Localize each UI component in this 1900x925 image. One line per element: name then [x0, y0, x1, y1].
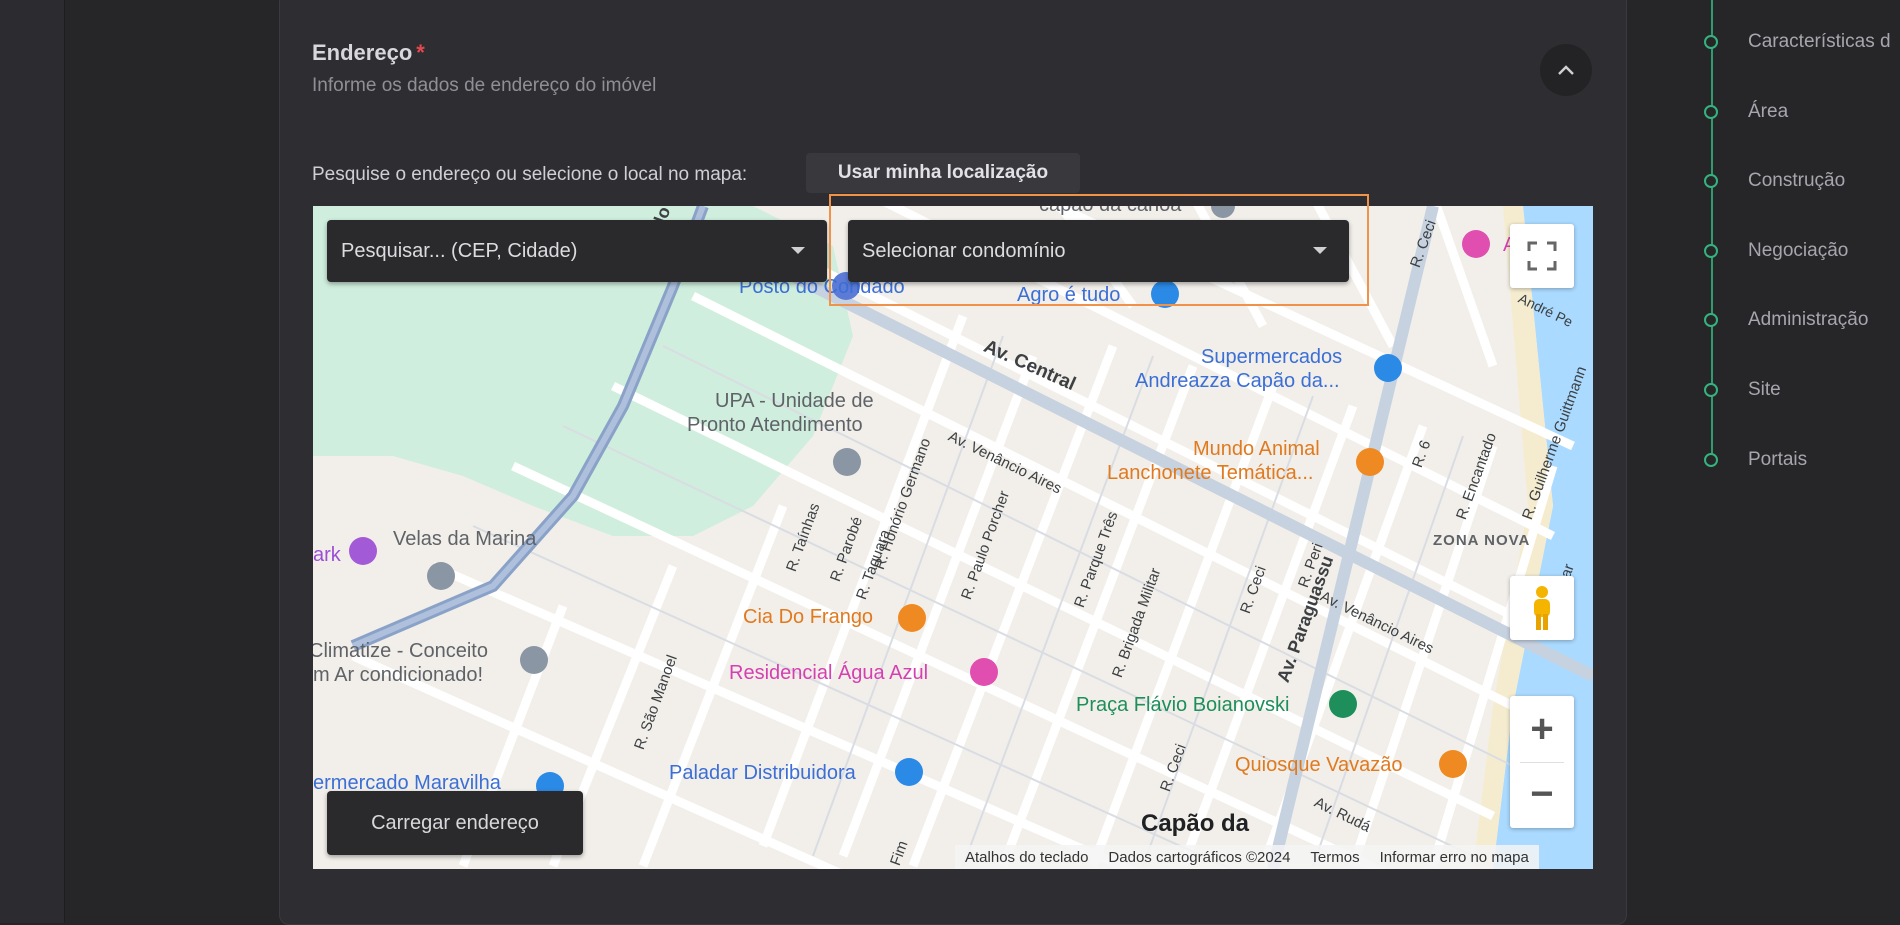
street-view-pegman-icon — [1534, 586, 1550, 630]
zoom-in-button[interactable]: + — [1510, 698, 1574, 762]
fullscreen-icon — [1527, 241, 1557, 271]
map-place-label: Andreazza Capão da... — [1135, 370, 1340, 392]
map-place-label: ark — [313, 544, 341, 566]
step-dot-icon — [1704, 35, 1718, 49]
map-place-label: m Ar condicionado! — [313, 664, 484, 686]
step-label: Administração — [1748, 309, 1869, 330]
step-dot-icon — [1704, 313, 1718, 327]
stepper-item-portais[interactable]: Portais — [1704, 445, 1900, 475]
step-label: Portais — [1748, 449, 1808, 470]
map-place-label: Lanchonete Temática... — [1107, 462, 1314, 484]
map-place-label: Paladar Distribuidora — [669, 762, 856, 784]
map-data-credit: Dados cartográficos ©2024 — [1108, 848, 1291, 866]
required-mark: * — [416, 40, 425, 65]
map-place-label: Praça Flávio Boianovski — [1076, 694, 1290, 716]
map-place-label: ZONA NOVA — [1433, 532, 1531, 549]
address-title-text: Endereço — [312, 40, 413, 65]
step-dot-icon — [1704, 105, 1718, 119]
map-place-label: Pronto Atendimento — [687, 414, 863, 436]
map-attribution: Atalhos do teclado Dados cartográficos ©… — [955, 845, 1539, 869]
address-section-title: Endereço * — [312, 40, 425, 66]
zoom-out-button[interactable]: − — [1510, 763, 1574, 827]
search-instruction-label: Pesquise o endereço ou selecione o local… — [312, 164, 748, 185]
map-place-label: Climatize - Conceito — [313, 640, 488, 662]
stepper-item-negociacao[interactable]: Negociação — [1704, 236, 1900, 266]
step-dot-icon — [1704, 453, 1718, 467]
report-map-error-link[interactable]: Informar erro no mapa — [1370, 849, 1539, 866]
load-address-button[interactable]: Carregar endereço — [327, 791, 583, 855]
stepper-item-site[interactable]: Site — [1704, 375, 1900, 405]
use-my-location-button[interactable]: Usar minha localização — [806, 153, 1080, 193]
map-place-label: Quiosque Vavazão — [1235, 754, 1403, 776]
address-search-placeholder: Pesquisar... (CEP, Cidade) — [341, 239, 578, 262]
step-label: Construção — [1748, 170, 1846, 191]
step-label: Área — [1748, 101, 1789, 122]
map-place-label: Supermercados — [1201, 346, 1343, 368]
collapse-section-button[interactable] — [1540, 44, 1592, 96]
address-search-select[interactable]: Pesquisar... (CEP, Cidade) — [327, 220, 827, 282]
stepper-item-area[interactable]: Área — [1704, 97, 1900, 127]
chevron-up-icon — [1558, 65, 1574, 75]
step-label: Negociação — [1748, 240, 1849, 261]
step-label: Características d — [1748, 31, 1891, 52]
step-dot-icon — [1704, 174, 1718, 188]
step-dot-icon — [1704, 383, 1718, 397]
stepper-item-administracao[interactable]: Administração — [1704, 305, 1900, 335]
map-place-label: Capão da — [1141, 810, 1250, 837]
map-place-label: Residencial Água Azul — [729, 662, 929, 684]
step-dot-icon — [1704, 244, 1718, 258]
map-place-label: Velas da Marina — [393, 528, 537, 550]
stepper-item-construcao[interactable]: Construção — [1704, 166, 1900, 196]
left-rail — [0, 0, 65, 923]
map-place-label: Mundo Animal — [1193, 438, 1320, 460]
terms-link[interactable]: Termos — [1300, 849, 1369, 866]
street-view-pegman[interactable] — [1510, 576, 1574, 640]
condominium-select-highlight — [829, 194, 1369, 306]
chevron-down-icon — [791, 247, 805, 254]
stepper-item-caracteristicas[interactable]: Características d — [1704, 27, 1900, 57]
zoom-controls: + − — [1510, 696, 1574, 828]
map-place-label: UPA - Unidade de — [715, 390, 874, 412]
step-label: Site — [1748, 379, 1781, 400]
fullscreen-button[interactable] — [1510, 224, 1574, 288]
map-place-label: Cia Do Frango — [743, 606, 874, 628]
keyboard-shortcuts-link[interactable]: Atalhos do teclado — [955, 849, 1098, 866]
address-section-subtitle: Informe os dados de endereço do imóvel — [312, 75, 657, 96]
